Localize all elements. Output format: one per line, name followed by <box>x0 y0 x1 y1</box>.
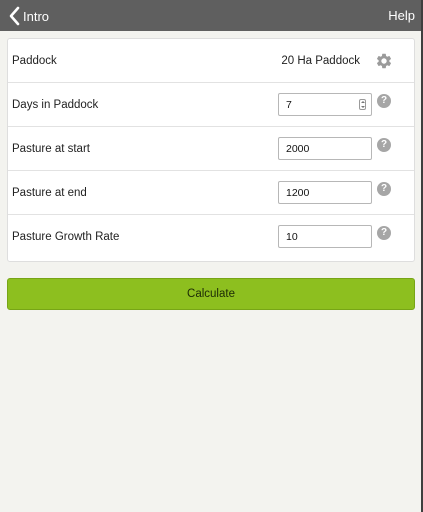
gear-icon[interactable] <box>375 52 393 70</box>
pasture-at-start-input[interactable] <box>278 137 372 160</box>
help-button[interactable]: Help <box>388 8 415 23</box>
number-spinner-icon[interactable] <box>359 99 366 110</box>
pasture-at-end-label: Pasture at end <box>12 187 87 199</box>
pasture-at-start-label: Pasture at start <box>12 143 90 155</box>
paddock-form-card: Paddock 20 Ha Paddock Days in Paddock ? … <box>7 38 415 262</box>
paddock-value: 20 Ha Paddock <box>281 55 360 67</box>
paddock-label: Paddock <box>12 55 57 67</box>
help-circle-icon[interactable]: ? <box>377 138 391 152</box>
help-circle-icon[interactable]: ? <box>377 226 391 240</box>
pasture-at-start-row: Pasture at start ? <box>8 127 414 171</box>
pasture-at-end-row: Pasture at end ? <box>8 171 414 215</box>
days-in-paddock-field-wrapper <box>278 93 372 116</box>
help-circle-icon[interactable]: ? <box>377 182 391 196</box>
paddock-row[interactable]: Paddock 20 Ha Paddock <box>8 39 414 83</box>
days-in-paddock-row: Days in Paddock ? <box>8 83 414 127</box>
pasture-growth-rate-input[interactable] <box>278 225 372 248</box>
chevron-left-icon <box>8 6 20 26</box>
days-in-paddock-input[interactable] <box>278 93 372 116</box>
pasture-growth-rate-row: Pasture Growth Rate ? <box>8 215 414 259</box>
top-navigation-bar: Intro Help <box>0 0 423 31</box>
days-in-paddock-label: Days in Paddock <box>12 99 99 111</box>
pasture-at-end-input[interactable] <box>278 181 372 204</box>
help-circle-icon[interactable]: ? <box>377 94 391 108</box>
back-button[interactable]: Intro <box>8 5 49 27</box>
back-label: Intro <box>23 8 50 24</box>
pasture-growth-rate-label: Pasture Growth Rate <box>12 231 120 243</box>
calculate-button[interactable]: Calculate <box>7 278 415 310</box>
